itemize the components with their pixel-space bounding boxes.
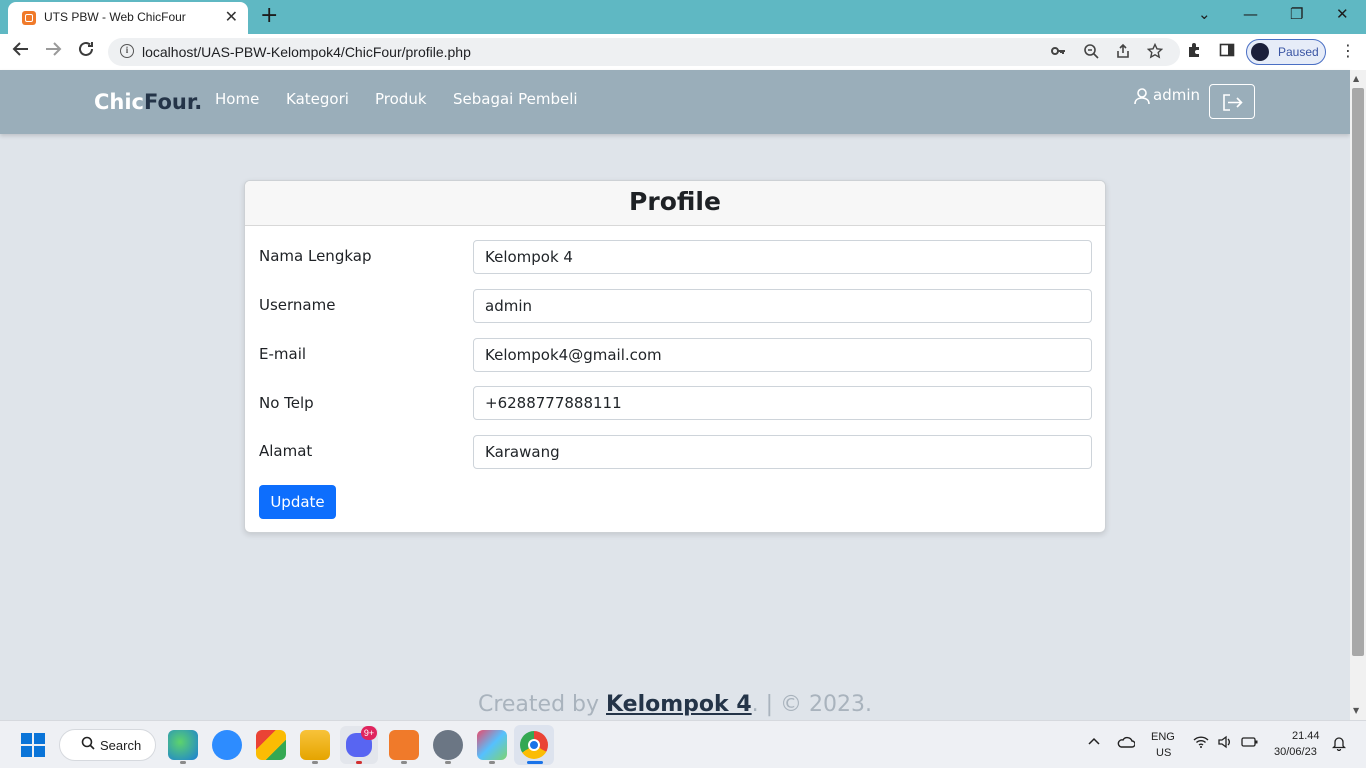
zoom-icon[interactable] <box>1083 43 1099 63</box>
username-input[interactable] <box>473 289 1092 323</box>
label-alamat: Alamat <box>259 442 313 460</box>
settings-gear-icon[interactable] <box>433 730 463 760</box>
discord-badge: 9+ <box>361 726 377 740</box>
address-bar[interactable]: i localhost/UAS-PBW-Kelompok4/ChicFour/p… <box>108 38 1180 66</box>
key-icon[interactable] <box>1050 43 1066 63</box>
username-label: admin <box>1153 86 1200 104</box>
profile-status: Paused <box>1278 45 1319 59</box>
scroll-down-icon[interactable]: ▼ <box>1353 706 1359 715</box>
no-telp-input[interactable] <box>473 386 1092 420</box>
windows-start-icon[interactable] <box>21 733 45 757</box>
browser-toolbar: i localhost/UAS-PBW-Kelompok4/ChicFour/p… <box>0 34 1366 70</box>
footer-author-link[interactable]: Kelompok 4 <box>606 692 752 717</box>
tab-title: UTS PBW - Web ChicFour <box>44 10 186 24</box>
wifi-icon[interactable] <box>1193 735 1209 753</box>
search-icon <box>81 736 95 754</box>
git-app-icon[interactable] <box>477 730 507 760</box>
nama-lengkap-input[interactable] <box>473 240 1092 274</box>
forward-icon[interactable] <box>44 40 62 64</box>
label-username: Username <box>259 296 336 314</box>
footer-suffix: . | © 2023. <box>751 692 873 717</box>
label-nama-lengkap: Nama Lengkap <box>259 247 372 265</box>
windows-taskbar: Search 9+ ENG US 21.44 30/06/23 <box>0 720 1366 768</box>
user-icon <box>1134 87 1150 104</box>
volume-icon[interactable] <box>1217 735 1233 753</box>
site-navbar: ChicFour. Home Kategori Produk Sebagai P… <box>0 70 1350 134</box>
card-header: Profile <box>245 181 1105 226</box>
back-icon[interactable] <box>12 40 30 64</box>
notification-bell-icon[interactable] <box>1331 735 1347 755</box>
nav-produk[interactable]: Produk <box>375 90 427 108</box>
close-window-button[interactable]: ✕ <box>1336 5 1349 23</box>
new-tab-button[interactable]: + <box>260 5 278 27</box>
page-footer: Created by Kelompok 4. | © 2023. <box>0 692 1350 717</box>
tray-overflow-chevron-icon[interactable] <box>1087 735 1101 753</box>
discord-app[interactable]: 9+ <box>340 726 378 764</box>
onedrive-icon[interactable] <box>1117 735 1136 753</box>
nav-sebagai-pembeli[interactable]: Sebagai Pembeli <box>453 90 578 108</box>
scroll-thumb[interactable] <box>1352 88 1364 656</box>
minimize-button[interactable]: — <box>1243 5 1258 23</box>
scroll-up-icon[interactable]: ▲ <box>1353 74 1359 83</box>
chrome-active-indicator <box>527 761 543 764</box>
label-email: E-mail <box>259 345 307 363</box>
edge-icon[interactable] <box>168 730 198 760</box>
bookmark-star-icon[interactable] <box>1146 42 1164 63</box>
footer-prefix: Created by <box>477 692 607 717</box>
tab-close-icon[interactable]: ✕ <box>225 8 238 26</box>
search-label: Search <box>100 738 142 753</box>
update-button[interactable]: Update <box>259 485 336 519</box>
email-input[interactable] <box>473 338 1092 372</box>
chrome-icon <box>520 731 548 759</box>
browser-tab-strip: UTS PBW - Web ChicFour ✕ + ⌄ — ❐ ✕ <box>0 0 1366 34</box>
page-scrollbar[interactable]: ▲ ▼ <box>1350 70 1366 720</box>
browser-tab[interactable]: UTS PBW - Web ChicFour ✕ <box>8 2 248 34</box>
profile-card: Profile Nama Lengkap Username E-mail No … <box>244 180 1106 533</box>
discord-running-indicator <box>356 761 362 764</box>
explorer-running-indicator <box>312 761 318 764</box>
browser-menu-icon[interactable]: ⋮ <box>1340 41 1356 60</box>
brand-logo[interactable]: ChicFour. <box>94 90 202 114</box>
git-running-indicator <box>489 761 495 764</box>
page-title: Profile <box>629 187 721 216</box>
google-meet-icon[interactable] <box>256 730 286 760</box>
side-panel-icon[interactable] <box>1219 42 1235 62</box>
alamat-input[interactable] <box>473 435 1092 469</box>
language-indicator-bottom[interactable]: US <box>1156 747 1171 759</box>
chrome-app[interactable] <box>514 725 554 765</box>
reload-icon[interactable] <box>77 40 95 64</box>
site-info-icon[interactable]: i <box>120 44 134 58</box>
url-text[interactable]: localhost/UAS-PBW-Kelompok4/ChicFour/pro… <box>142 44 471 60</box>
language-indicator-top[interactable]: ENG <box>1151 731 1175 743</box>
file-explorer-icon[interactable] <box>300 730 330 760</box>
taskbar-search[interactable]: Search <box>59 729 156 761</box>
profile-paused-button[interactable]: Paused <box>1246 39 1326 65</box>
profile-avatar <box>1251 43 1269 61</box>
brand-part1: Chic <box>94 90 145 114</box>
clock-date[interactable]: 30/06/23 <box>1274 746 1317 758</box>
settings-running-indicator <box>445 761 451 764</box>
logout-icon <box>1223 94 1243 111</box>
xampp-favicon-icon <box>22 11 36 25</box>
user-menu[interactable]: admin <box>1133 86 1200 105</box>
zoom-icon[interactable] <box>212 730 242 760</box>
tab-search-icon[interactable]: ⌄ <box>1198 5 1211 23</box>
battery-icon[interactable] <box>1241 735 1259 753</box>
restore-button[interactable]: ❐ <box>1290 5 1303 23</box>
nav-kategori[interactable]: Kategori <box>286 90 349 108</box>
xampp-icon[interactable] <box>389 730 419 760</box>
share-icon[interactable] <box>1115 43 1131 63</box>
logout-button[interactable] <box>1209 84 1255 119</box>
xampp-running-indicator <box>401 761 407 764</box>
clock-time[interactable]: 21.44 <box>1292 730 1320 742</box>
extensions-icon[interactable] <box>1186 42 1202 62</box>
nav-home[interactable]: Home <box>215 90 259 108</box>
label-no-telp: No Telp <box>259 394 314 412</box>
edge-running-indicator <box>180 761 186 764</box>
brand-part2: Four. <box>144 90 203 114</box>
